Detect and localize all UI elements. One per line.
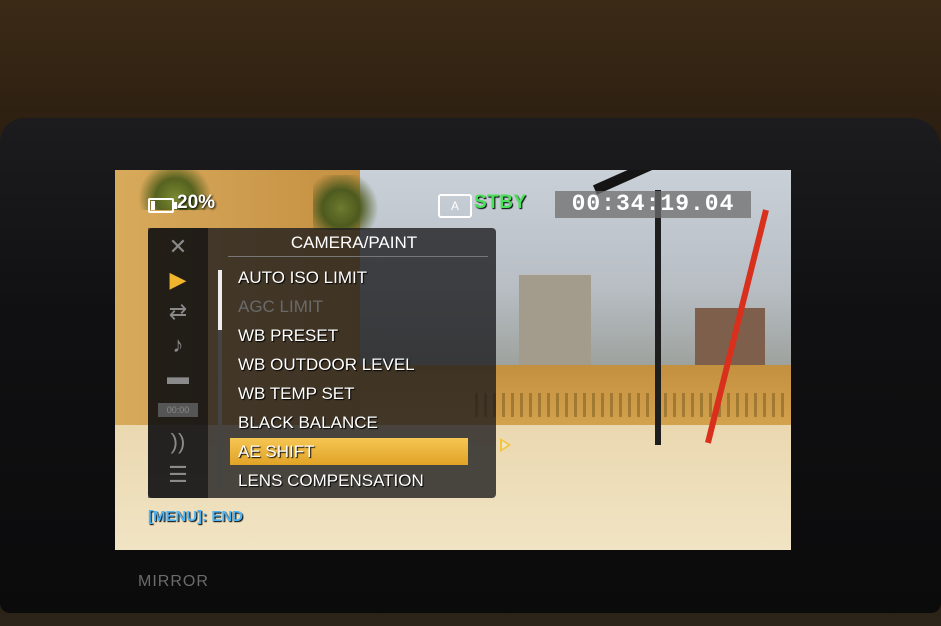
menu-title: CAMERA/PAINT (290, 233, 418, 252)
menu-item[interactable]: WB PRESET (230, 322, 488, 349)
menu-category-bar: ✕ ▶ ⇄ ♪ ▬ 00:00)) ☰ (148, 228, 208, 498)
mirror-label: MIRROR (138, 573, 209, 590)
scene-building (519, 275, 591, 365)
menu-item[interactable]: LENS COMPENSATION (230, 467, 488, 494)
viewfinder-screen: 20% A STBY 00:34:19.04 ✕ ▶ ⇄ ♪ ▬ 00:00)) ☰ CAM… (115, 170, 791, 550)
submenu-arrow-icon (500, 438, 511, 452)
timecode-icon[interactable]: 00:00 (158, 402, 198, 417)
menu-divider (228, 256, 488, 257)
record-status: STBY (474, 192, 527, 213)
close-icon[interactable]: ✕ (158, 234, 198, 260)
menu-item[interactable]: AUTO ISO LIMIT (230, 264, 488, 291)
scene-railing (475, 393, 790, 417)
menu-item[interactable]: AE SHIFT (230, 438, 468, 465)
camera-icon[interactable]: ▶ (158, 267, 198, 293)
menu-item[interactable]: WB TEMP SET (230, 380, 488, 407)
list-icon[interactable]: ☰ (158, 462, 198, 488)
swap-icon[interactable]: ⇄ (158, 299, 198, 325)
menu-scrollbar-thumb[interactable] (218, 270, 222, 330)
menu-item[interactable]: WB OUTDOOR LEVEL (230, 351, 488, 378)
audio-note-icon[interactable]: ♪ (158, 332, 198, 358)
battery-level-fill (151, 201, 155, 210)
menu-end-hint: [MENU]: END (148, 508, 243, 525)
battery-percent: 20% (177, 192, 216, 213)
scene-light-stand (655, 190, 661, 445)
battery-icon (148, 198, 177, 213)
timecode-display: 00:34:19.04 (555, 191, 751, 218)
wireless-icon[interactable]: )) (158, 429, 198, 455)
camera-menu-panel: ✕ ▶ ⇄ ♪ ▬ 00:00)) ☰ CAMERA/PAINT AUTO ISO LIMI… (148, 228, 496, 498)
camera-mode-icon: A (438, 194, 472, 218)
display-icon[interactable]: ▬ (158, 364, 198, 390)
scene-plant (313, 175, 383, 230)
menu-item[interactable]: BLACK BALANCE (230, 409, 488, 436)
menu-item: AGC LIMIT (238, 297, 324, 316)
